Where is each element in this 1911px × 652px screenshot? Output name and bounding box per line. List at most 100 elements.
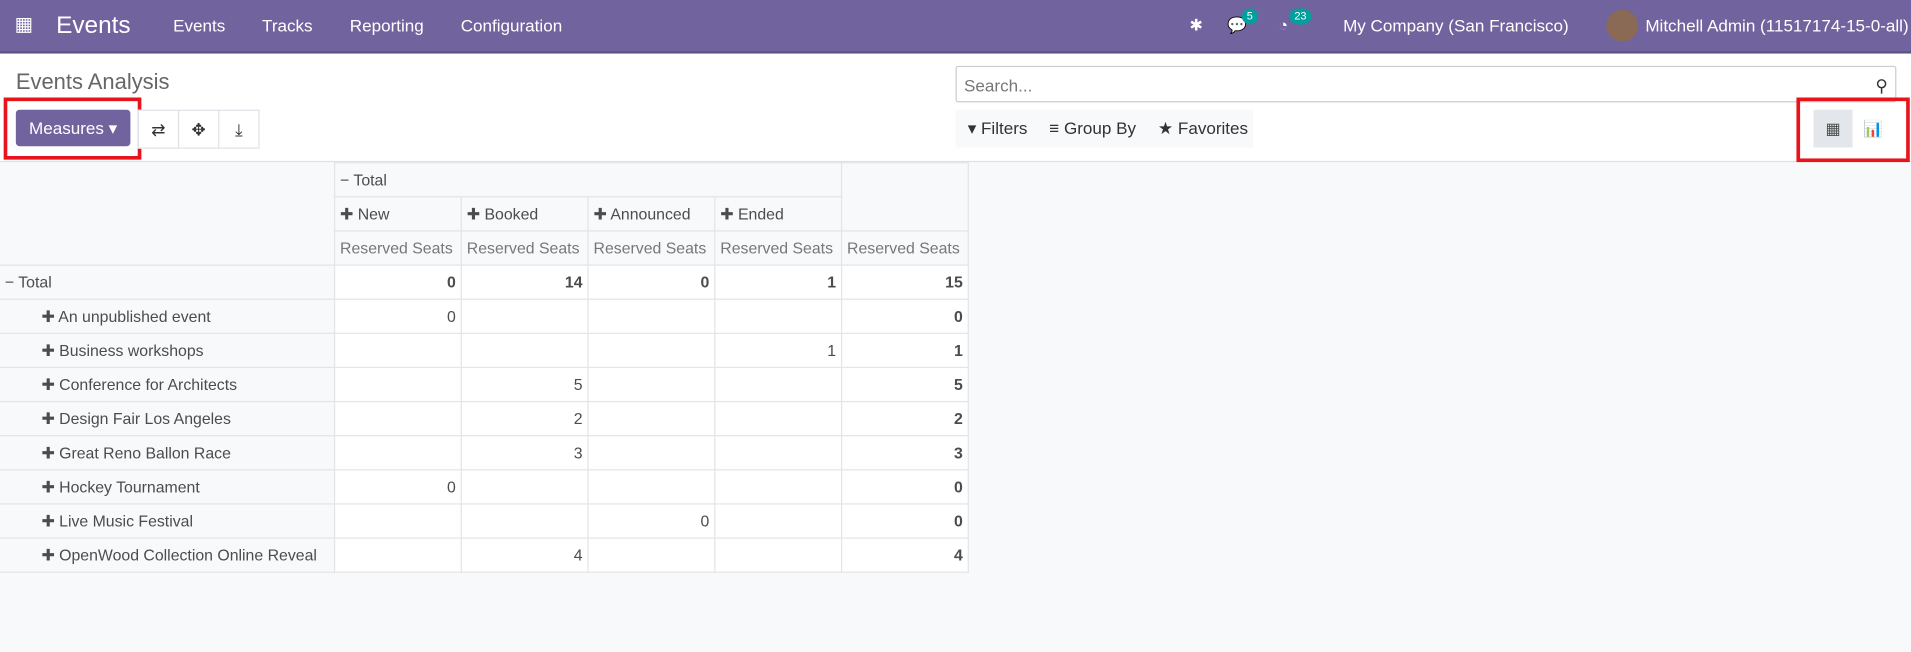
search-input[interactable]: Search... ⚲: [955, 65, 1897, 103]
user-menu[interactable]: Mitchell Admin (11517174-15-0-all): [1645, 0, 1908, 51]
highlight-box: [1796, 97, 1910, 163]
cell-value[interactable]: [587, 366, 716, 403]
row-header[interactable]: ✚ Hockey Tournament: [0, 469, 336, 505]
measure-header[interactable]: Reserved Seats: [333, 230, 462, 266]
row-label: Business workshops: [59, 340, 204, 359]
menu-reporting[interactable]: Reporting: [350, 0, 424, 51]
cell-value[interactable]: 2: [460, 400, 589, 437]
row-header[interactable]: ✚ OpenWood Collection Online Reveal: [0, 537, 336, 573]
cell-value[interactable]: [714, 537, 843, 573]
messages-icon[interactable]: 💬: [1227, 0, 1247, 51]
expand-all-button[interactable]: ✥: [177, 109, 220, 149]
row-header[interactable]: ✚ Business workshops: [0, 332, 336, 369]
cell-value[interactable]: 1: [714, 332, 843, 369]
cell-value[interactable]: 3: [840, 435, 969, 471]
cell-value[interactable]: 1: [714, 264, 843, 300]
cell-value[interactable]: [333, 366, 462, 403]
cell-value[interactable]: 0: [840, 298, 969, 334]
cell-value[interactable]: [714, 469, 843, 505]
menu-configuration[interactable]: Configuration: [461, 0, 562, 51]
cell-value[interactable]: [333, 435, 462, 471]
cell-value[interactable]: 0: [840, 503, 969, 539]
user-avatar[interactable]: [1606, 9, 1638, 42]
cell-value[interactable]: [333, 503, 462, 539]
expand-icon: ✚: [41, 443, 55, 462]
cell-value[interactable]: 14: [460, 264, 589, 300]
col-label: Announced: [610, 204, 691, 223]
apps-menu-icon[interactable]: ▦: [15, 0, 33, 51]
col-header-ended[interactable]: ✚ Ended: [714, 196, 843, 232]
cell-value[interactable]: 0: [587, 264, 716, 300]
cell-value[interactable]: [333, 332, 462, 369]
cell-value[interactable]: [460, 332, 589, 369]
company-switcher[interactable]: My Company (San Francisco): [1343, 0, 1569, 51]
messages-badge: 5: [1241, 8, 1258, 25]
cell-value[interactable]: [333, 537, 462, 573]
cell-value[interactable]: [587, 435, 716, 471]
row-header[interactable]: ✚ An unpublished event: [0, 298, 336, 334]
cell-value[interactable]: 2: [840, 400, 969, 437]
expand-icon: ✚: [41, 340, 55, 359]
expand-icon: ✚: [41, 545, 55, 564]
cell-value[interactable]: [587, 469, 716, 505]
measure-header[interactable]: Reserved Seats: [714, 230, 843, 266]
row-header[interactable]: ✚ Great Reno Ballon Race: [0, 435, 336, 471]
cell-value[interactable]: [460, 503, 589, 539]
cell-value[interactable]: [714, 400, 843, 437]
measure-header[interactable]: Reserved Seats: [587, 230, 716, 266]
col-header-booked[interactable]: ✚ Booked: [460, 196, 589, 232]
measure-header[interactable]: Reserved Seats: [460, 230, 589, 266]
cell-value[interactable]: [460, 298, 589, 334]
search-icon[interactable]: ⚲: [1875, 76, 1888, 97]
cell-value[interactable]: [714, 503, 843, 539]
cell-value[interactable]: 0: [333, 264, 462, 300]
cell-value[interactable]: 0: [333, 469, 462, 505]
download-button[interactable]: ⤓: [218, 109, 260, 149]
menu-events[interactable]: Events: [173, 0, 225, 51]
group-by-button[interactable]: ≡ Group By: [1049, 118, 1136, 138]
flip-axis-button[interactable]: ⇄: [137, 109, 180, 149]
cell-value[interactable]: [714, 298, 843, 334]
row-label: Hockey Tournament: [59, 477, 200, 496]
cell-value[interactable]: [587, 332, 716, 369]
debug-bug-icon[interactable]: ✱: [1190, 0, 1203, 51]
filters-button[interactable]: ▾ Filters: [968, 118, 1028, 138]
cell-value[interactable]: [587, 537, 716, 573]
cell-value[interactable]: 15: [840, 264, 969, 300]
cell-value[interactable]: 4: [460, 537, 589, 573]
cell-value[interactable]: [587, 400, 716, 437]
cell-value[interactable]: [333, 400, 462, 437]
favorites-button[interactable]: ★ Favorites: [1158, 118, 1248, 138]
menu-tracks[interactable]: Tracks: [262, 0, 313, 51]
favorites-label: Favorites: [1177, 118, 1249, 138]
filter-bar: ▾ Filters ≡ Group By ★ Favorites: [955, 109, 1253, 148]
cell-value[interactable]: 0: [840, 469, 969, 505]
col-header-total[interactable]: − Total: [333, 162, 843, 198]
col-header-new[interactable]: ✚ New: [333, 196, 462, 232]
row-header[interactable]: − Total: [0, 264, 336, 300]
cell-value[interactable]: 5: [840, 366, 969, 403]
table-row: ✚ Live Music Festival 0 0: [0, 503, 969, 539]
cell-value[interactable]: 4: [840, 537, 969, 573]
activities-clock-icon[interactable]: ◔: [1278, 0, 1288, 51]
cell-value[interactable]: [460, 469, 589, 505]
col-label: Ended: [737, 204, 784, 223]
app-title[interactable]: Events: [56, 0, 131, 51]
row-header[interactable]: ✚ Design Fair Los Angeles: [0, 400, 336, 437]
cell-value[interactable]: [714, 366, 843, 403]
collapse-icon: −: [4, 273, 15, 292]
total-row: − Total 0 14 0 1 15: [0, 264, 969, 300]
cell-value[interactable]: [587, 298, 716, 334]
cell-value[interactable]: 3: [460, 435, 589, 471]
row-header[interactable]: ✚ Conference for Architects: [0, 366, 336, 403]
cell-value[interactable]: 1: [840, 332, 969, 369]
highlight-box: [3, 97, 142, 160]
row-header[interactable]: ✚ Live Music Festival: [0, 503, 336, 539]
cell-value[interactable]: 5: [460, 366, 589, 403]
cell-value[interactable]: 0: [587, 503, 716, 539]
measure-header[interactable]: Reserved Seats: [840, 230, 969, 266]
col-header-announced[interactable]: ✚ Announced: [587, 196, 716, 232]
filters-label: Filters: [980, 118, 1028, 138]
cell-value[interactable]: 0: [333, 298, 462, 334]
cell-value[interactable]: [714, 435, 843, 471]
